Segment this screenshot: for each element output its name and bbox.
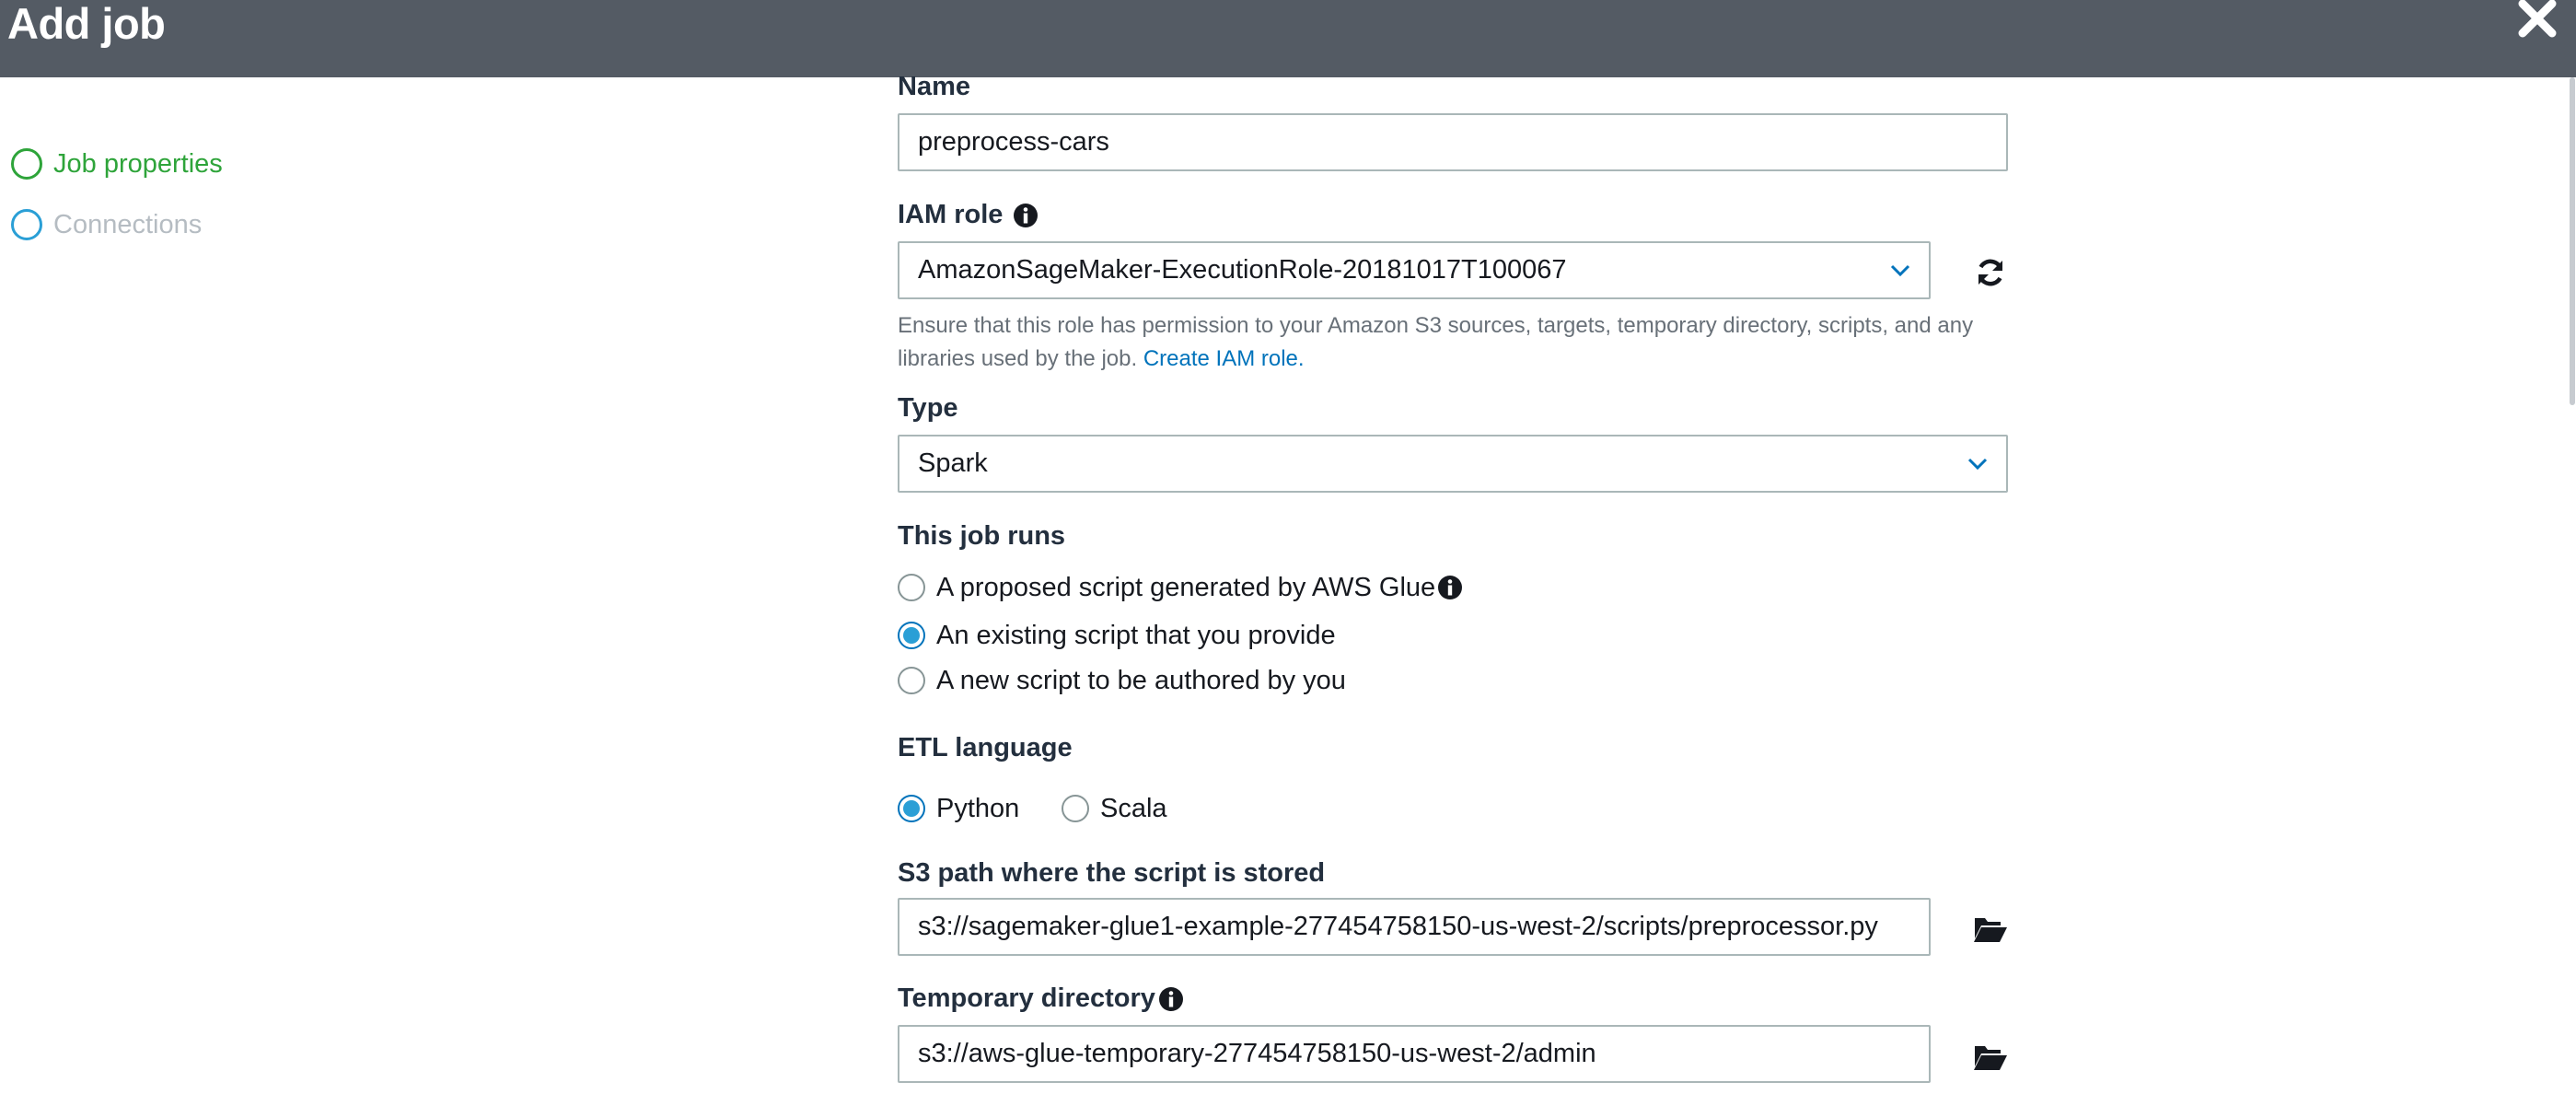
chevron-down-icon	[1886, 243, 1914, 297]
radio-existing-script[interactable]: An existing script that you provide	[898, 617, 1336, 654]
radio-label: Scala	[1100, 793, 1167, 823]
folder-open-icon	[1974, 1046, 2007, 1070]
radio-proposed-script[interactable]: A proposed script generated by AWS Glue	[898, 569, 1435, 606]
step-label: Job properties	[53, 149, 223, 179]
job-runs-label: This job runs	[898, 521, 1066, 551]
type-value: Spark	[918, 448, 988, 478]
iam-role-help-text: libraries used by the job.	[898, 346, 1138, 371]
wizard-steps: Job properties Connections	[0, 77, 339, 1094]
radio-scala[interactable]: Scala	[1062, 790, 1167, 827]
iam-role-select[interactable]: AmazonSageMaker-ExecutionRole-20181017T1…	[898, 241, 1931, 299]
radio-new-script[interactable]: A new script to be authored by you	[898, 662, 1346, 699]
temp-dir-label: Temporary directory	[898, 983, 1155, 1013]
browse-script-button[interactable]	[1970, 909, 2011, 949]
script-path-input[interactable]: s3://sagemaker-glue1-example-27745475815…	[898, 898, 1931, 956]
temp-dir-input[interactable]: s3://aws-glue-temporary-277454758150-us-…	[898, 1025, 1931, 1083]
refresh-roles-button[interactable]	[1970, 252, 2011, 293]
info-icon[interactable]	[1436, 574, 1464, 601]
name-label: Name	[898, 72, 970, 101]
step-status-circle-icon	[11, 148, 42, 180]
radio-button[interactable]	[898, 574, 925, 601]
iam-role-value: AmazonSageMaker-ExecutionRole-20181017T1…	[918, 255, 1567, 285]
script-path-label: S3 path where the script is stored	[898, 858, 1326, 888]
radio-label: A new script to be authored by you	[936, 665, 1346, 695]
refresh-icon	[1978, 259, 2003, 286]
radio-label: Python	[936, 793, 1020, 823]
radio-label: A proposed script generated by AWS Glue	[936, 572, 1436, 602]
close-icon	[2518, 0, 2557, 38]
step-status-circle-icon	[11, 209, 42, 240]
etl-language-label: ETL language	[898, 733, 1073, 762]
radio-button[interactable]	[898, 667, 925, 694]
browse-temp-dir-button[interactable]	[1970, 1037, 2011, 1077]
iam-role-help-line2: libraries used by the job. Create IAM ro…	[898, 343, 1305, 376]
iam-role-label: IAM role	[898, 200, 1004, 229]
radio-button[interactable]	[898, 795, 925, 822]
step-job-properties[interactable]: Job properties	[11, 145, 223, 182]
name-input[interactable]: preprocess-cars	[898, 113, 2008, 171]
type-select[interactable]: Spark	[898, 435, 2008, 493]
modal-header: Add job	[0, 0, 2576, 77]
chevron-down-icon	[1964, 436, 1991, 491]
radio-python[interactable]: Python	[898, 790, 1019, 827]
radio-button[interactable]	[898, 622, 925, 649]
radio-label: An existing script that you provide	[936, 620, 1336, 650]
type-label: Type	[898, 393, 958, 423]
step-connections[interactable]: Connections	[11, 206, 202, 243]
info-icon[interactable]	[1157, 985, 1185, 1013]
scrollbar-thumb[interactable]	[2570, 77, 2575, 405]
close-button[interactable]	[2513, 0, 2561, 42]
iam-role-help-line1: Ensure that this role has permission to …	[898, 313, 1974, 338]
step-label: Connections	[53, 210, 203, 239]
folder-open-icon	[1974, 918, 2007, 942]
create-iam-role-link[interactable]: Create IAM role.	[1143, 346, 1305, 371]
radio-button[interactable]	[1062, 795, 1089, 822]
info-icon[interactable]	[1012, 202, 1039, 229]
modal-title: Add job	[7, 0, 166, 48]
